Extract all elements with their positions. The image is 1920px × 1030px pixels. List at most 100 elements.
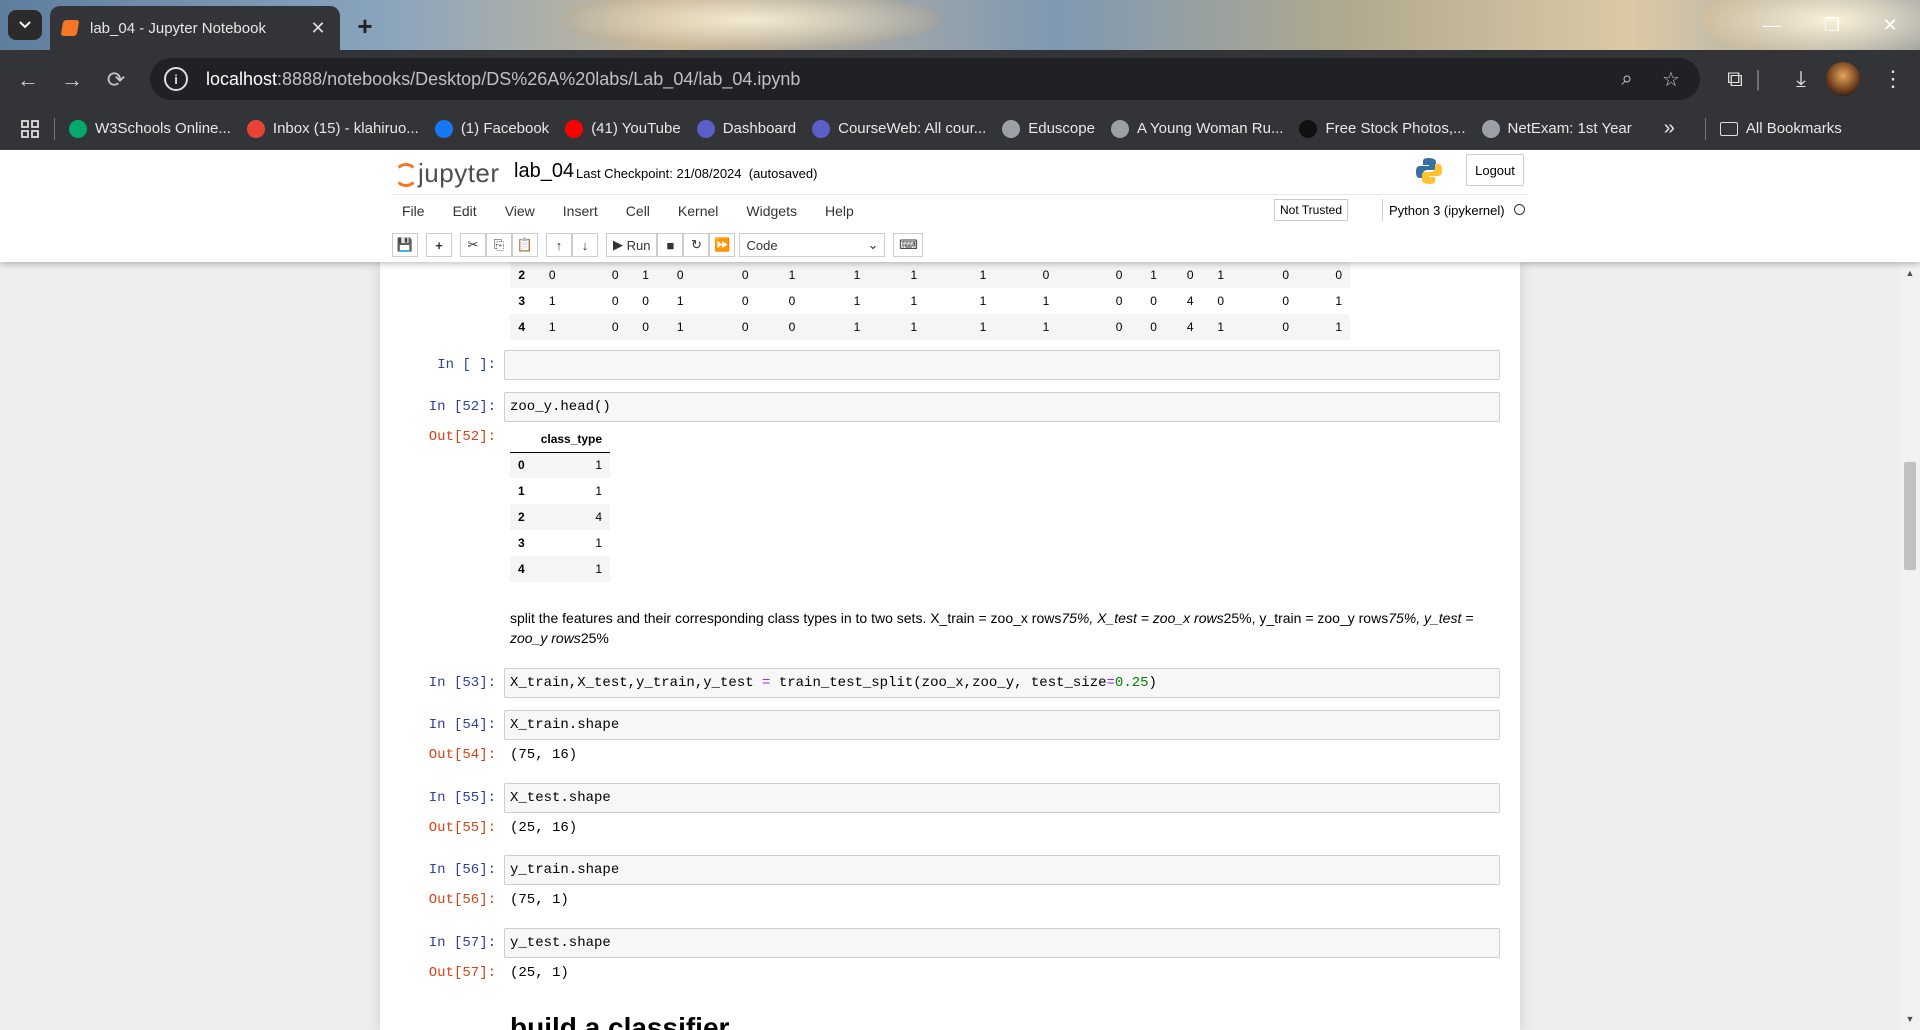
save-icon[interactable]: 💾 <box>392 233 418 257</box>
address-bar[interactable]: i localhost:8888/notebooks/Desktop/DS%26… <box>150 58 1700 100</box>
table-cell: 0 <box>642 294 649 308</box>
code-input[interactable]: y_train.shape <box>504 855 1500 885</box>
bookmark-item[interactable]: W3Schools Online... <box>69 119 231 138</box>
kernel-name[interactable]: Python 3 (ipykernel) <box>1382 199 1505 221</box>
move-down-icon[interactable]: ↓ <box>572 233 598 257</box>
bookmark-item[interactable]: CourseWeb: All cour... <box>812 119 986 138</box>
output-prompt: Out[52]: <box>428 429 496 445</box>
menu-insert[interactable]: Insert <box>549 203 612 219</box>
download-icon[interactable]: ⤓ <box>1786 64 1816 94</box>
bookmark-item[interactable]: Dashboard <box>696 119 797 138</box>
copy-icon[interactable]: ⎘ <box>486 233 512 257</box>
jupyter-logo[interactable]: jupyter <box>392 158 500 189</box>
table-row: 2 0 0 1 0 0 1 1 1 1 0 0 1 0 1 0 0 <box>510 262 1350 288</box>
code-input[interactable]: y_test.shape <box>504 928 1500 958</box>
table-cell: 0 <box>1115 268 1123 282</box>
logout-button[interactable]: Logout <box>1466 154 1524 186</box>
stop-icon[interactable]: ■ <box>657 233 684 257</box>
row-index: 2 <box>518 510 525 524</box>
output-text: (25, 1) <box>510 965 569 981</box>
reload-icon[interactable]: ⟳ <box>100 64 132 96</box>
md-text: 25%, y_train = zoo_y rows <box>1223 610 1389 626</box>
extensions-icon[interactable]: ⧉ <box>1720 64 1750 94</box>
close-window-icon[interactable]: ✕ <box>1870 12 1910 38</box>
menu-file[interactable]: File <box>388 203 439 219</box>
notebook-name[interactable]: lab_04 <box>514 160 574 183</box>
paste-icon[interactable]: 📋 <box>512 233 538 257</box>
bookmark-item[interactable]: NetExam: 1st Year <box>1481 119 1632 138</box>
url-host: localhost <box>206 68 278 89</box>
scroll-down-icon[interactable]: ▼ <box>1905 1014 1915 1024</box>
menu-widgets[interactable]: Widgets <box>732 203 811 219</box>
table-cell: 1 <box>595 536 603 550</box>
menu-edit[interactable]: Edit <box>439 203 491 219</box>
bookmark-item[interactable]: (1) Facebook <box>434 119 549 138</box>
profile-avatar[interactable] <box>1826 62 1860 96</box>
bookmark-label: W3Schools Online... <box>95 120 231 137</box>
scrollbar-thumb[interactable] <box>1904 462 1916 570</box>
keyboard-icon[interactable]: ⌨ <box>893 233 924 257</box>
fast-forward-icon[interactable]: ⏩ <box>709 233 736 257</box>
bookmark-list: W3Schools Online... Inbox (15) - klahiruo… <box>69 119 1648 138</box>
restart-icon[interactable]: ↻ <box>683 233 710 257</box>
menu-cell[interactable]: Cell <box>612 203 664 219</box>
bookmark-star-icon[interactable]: ☆ <box>1658 66 1684 92</box>
trust-status-button[interactable]: Not Trusted <box>1274 199 1349 221</box>
more-bookmarks-icon[interactable]: » <box>1664 117 1675 140</box>
new-tab-button[interactable]: + <box>350 11 380 41</box>
page-scrollbar[interactable]: ▲ ▼ <box>1900 262 1920 1030</box>
scroll-up-icon[interactable]: ▲ <box>1905 268 1915 278</box>
close-tab-icon[interactable]: ✕ <box>308 18 328 38</box>
bookmark-item[interactable]: A Young Woman Ru... <box>1110 119 1283 138</box>
back-arrow-icon[interactable]: ← <box>12 64 44 96</box>
bookmark-item[interactable]: (41) YouTube <box>565 119 681 138</box>
menu-help[interactable]: Help <box>811 203 868 219</box>
tab-search-button[interactable] <box>8 10 42 40</box>
move-up-icon[interactable]: ↑ <box>546 233 572 257</box>
table-cell: 4 <box>1186 294 1194 308</box>
table-cell: 0 <box>741 294 749 308</box>
input-prompt: In [54]: <box>428 717 496 733</box>
bookmark-item[interactable]: Free Stock Photos,... <box>1299 119 1466 138</box>
table-cell: 0 <box>741 268 749 282</box>
code-input[interactable]: X_test.shape <box>504 783 1500 813</box>
jupyter-favicon-icon <box>60 20 80 36</box>
cell-type-select[interactable]: Code ⌄ <box>739 233 886 257</box>
input-prompt: In [53]: <box>428 675 496 691</box>
code-input[interactable] <box>504 350 1500 380</box>
globe-icon <box>1110 119 1129 138</box>
table-cell: 1 <box>979 294 987 308</box>
site-info-icon[interactable]: i <box>164 67 188 91</box>
courseweb-icon <box>812 119 831 138</box>
menu-view[interactable]: View <box>491 203 549 219</box>
table-cell: 0 <box>611 294 619 308</box>
cut-icon[interactable]: ✂ <box>460 233 486 257</box>
output-prompt: Out[57]: <box>428 965 496 981</box>
more-menu-icon[interactable]: ⋮ <box>1878 64 1908 94</box>
notebook-container: 2001001111001010031001001111004001410010… <box>380 262 1520 1030</box>
insert-cell-icon[interactable]: + <box>426 233 452 257</box>
table-cell: 0 <box>1282 320 1290 334</box>
bookmark-item[interactable]: Eduscope <box>1002 119 1095 138</box>
run-button[interactable]: ▶ Run <box>606 233 658 257</box>
forward-arrow-icon[interactable]: → <box>56 64 88 96</box>
code-input[interactable]: zoo_y.head() <box>504 392 1500 422</box>
apps-grid-icon[interactable] <box>20 119 40 139</box>
restore-icon[interactable]: ❐ <box>1812 12 1852 38</box>
table-cell: 1 <box>595 562 603 576</box>
output-text: (75, 1) <box>510 892 569 908</box>
bookmark-item[interactable]: Inbox (15) - klahiruo... <box>246 119 419 138</box>
notebook-toolbar: 💾 + ✂ ⎘ 📋 ↑ ↓ ▶ Run ■ ↻ ⏩ Code ⌄ ⌨ <box>392 232 924 258</box>
browser-tab-active[interactable]: lab_04 - Jupyter Notebook ✕ <box>50 6 340 50</box>
code-input[interactable]: X_train.shape <box>504 710 1500 740</box>
table-cell: 0 <box>548 268 556 282</box>
dataframe-output: 2 0 0 1 0 0 1 1 1 1 0 0 1 0 1 0 0 3 1 0 0 1 0 0 1 1 1 1 0 0 4 0 0 1 4 1 0 0 1 0… <box>510 262 1350 340</box>
bookmark-label: (41) YouTube <box>591 120 681 137</box>
bookmark-label: Dashboard <box>722 120 797 137</box>
minimize-icon[interactable]: — <box>1752 12 1792 38</box>
menu-kernel[interactable]: Kernel <box>664 203 732 219</box>
gmail-icon <box>246 119 265 138</box>
zoom-icon[interactable]: ⌕ <box>1614 66 1640 92</box>
code-input[interactable]: X_train,X_test,y_train,y_test = train_te… <box>504 668 1500 698</box>
all-bookmarks-button[interactable]: All Bookmarks <box>1719 120 1842 137</box>
